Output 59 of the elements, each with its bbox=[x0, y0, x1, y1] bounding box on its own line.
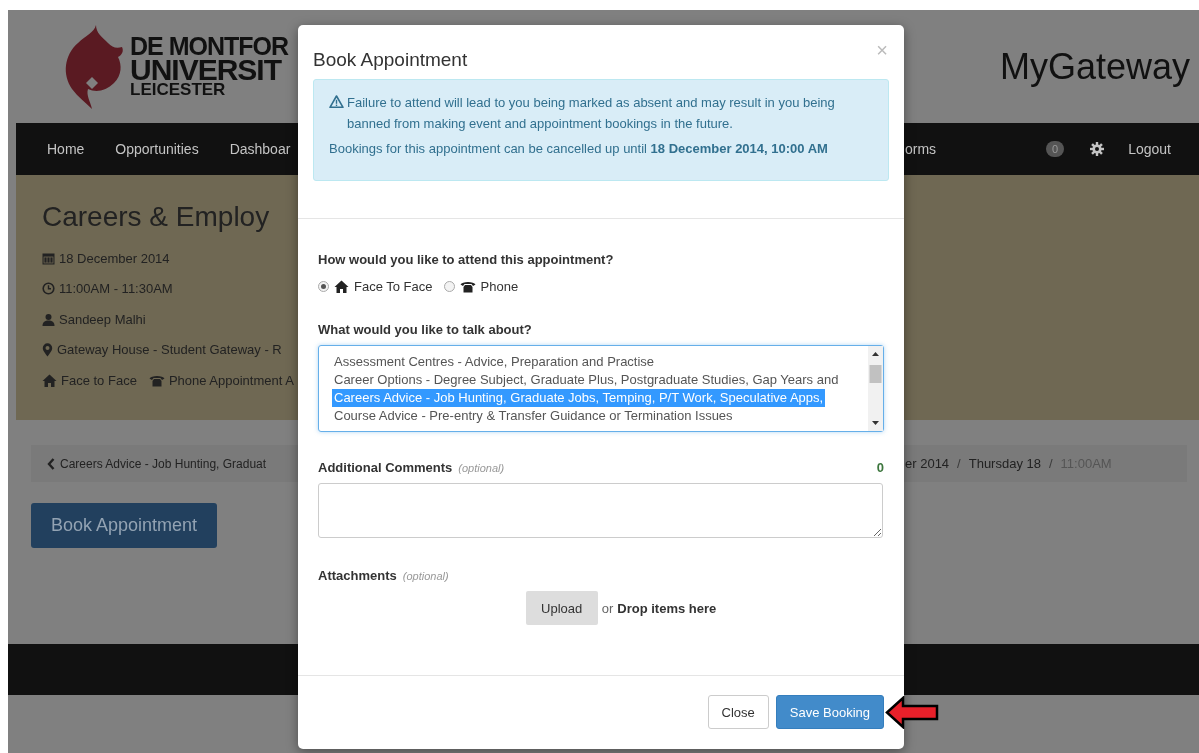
book-appointment-button[interactable]: Book Appointment bbox=[31, 503, 217, 548]
character-count: 0 bbox=[876, 460, 884, 475]
logout-link[interactable]: Logout bbox=[1128, 141, 1171, 157]
question-label: What would you like to talk about? bbox=[318, 322, 533, 338]
house-icon bbox=[42, 373, 57, 387]
question-label: How would you like to attend this appointment? bbox=[318, 252, 615, 268]
list-option[interactable]: Assessment Centres - Advice, Preparation and Practise bbox=[332, 353, 657, 371]
logo-text: LEICESTER bbox=[130, 82, 226, 98]
list-option[interactable]: Career Options - Degree Subject, Graduate Plus, Postgraduate Studies, Gap Years and bbox=[332, 371, 841, 389]
radio-label[interactable]: Face To Face bbox=[354, 278, 433, 294]
logo-text: DE MONTFOR bbox=[130, 35, 289, 58]
telephone-icon bbox=[148, 373, 165, 387]
breadcrumb-item[interactable]: Thursday 18 bbox=[968, 456, 1041, 471]
site-title: MyGateway bbox=[999, 45, 1190, 88]
person-icon bbox=[42, 312, 55, 326]
event-detail: 11:00AM - 11:30AM bbox=[59, 281, 173, 297]
optional-hint: (optional) bbox=[402, 570, 449, 582]
telephone-icon bbox=[459, 279, 476, 293]
house-icon bbox=[334, 279, 349, 293]
warning-icon bbox=[329, 95, 344, 108]
save-booking-button[interactable]: Save Booking bbox=[775, 695, 884, 729]
upload-button[interactable]: Upload bbox=[525, 591, 598, 625]
field-label: Attachments bbox=[318, 568, 397, 584]
radio-button[interactable] bbox=[443, 280, 455, 292]
upload-text: or bbox=[601, 600, 614, 616]
event-title: Careers & Employ bbox=[42, 201, 271, 233]
radio-label[interactable]: Phone bbox=[480, 278, 519, 294]
nav-link[interactable]: Dashboar bbox=[229, 141, 291, 157]
radio-button[interactable] bbox=[318, 280, 329, 292]
scrollbar-drawing[interactable] bbox=[868, 346, 883, 431]
field-label: Additional Comments bbox=[318, 460, 453, 476]
settings-icon[interactable] bbox=[1090, 142, 1105, 156]
map-pin-icon bbox=[42, 342, 53, 357]
list-option[interactable]: Course Advice - Pre-entry & Transfer Guidance or Termination Issues bbox=[332, 407, 735, 425]
event-detail: Sandeep Malhi bbox=[59, 311, 146, 327]
clock-icon bbox=[42, 282, 55, 296]
nav-link[interactable]: orms bbox=[905, 141, 937, 157]
event-detail: 18 December 2014 bbox=[59, 250, 170, 266]
nav-link[interactable]: Opportunities bbox=[115, 141, 199, 157]
chevron-left-icon[interactable] bbox=[47, 457, 55, 470]
breadcrumb-item[interactable]: er 2014 bbox=[905, 456, 950, 471]
comments-field[interactable] bbox=[318, 483, 883, 538]
optional-hint: (optional) bbox=[458, 462, 505, 474]
logo-text: UNIVERSIT bbox=[130, 57, 282, 83]
modal-title: Book Appointment bbox=[313, 49, 468, 71]
breadcrumb-separator: / bbox=[957, 456, 961, 471]
breadcrumb-separator: / bbox=[1049, 456, 1053, 471]
pointer-arrow bbox=[885, 696, 939, 729]
topic-listbox[interactable] bbox=[318, 345, 884, 432]
attendance-mode: Phone Appointment A bbox=[168, 372, 294, 388]
drop-zone-text: Drop items here bbox=[617, 600, 717, 616]
breadcrumb-link[interactable]: Careers Advice - Job Hunting, Graduat bbox=[60, 456, 267, 471]
attendance-mode: Face to Face bbox=[61, 372, 137, 388]
event-detail: Gateway House - Student Gateway - R bbox=[57, 342, 282, 358]
alert-text: Failure to attend will lead to you being marked as absent and may result in you being banned from making event and appointment bookings in the future. bbox=[347, 94, 836, 133]
nav-link[interactable]: Home bbox=[47, 141, 85, 157]
alert-text: Bookings for this appointment can be cancelled up until 18 December 2014, 10:00 AM bbox=[329, 140, 829, 158]
close-button[interactable]: Close bbox=[707, 695, 769, 729]
calendar-icon bbox=[42, 251, 55, 265]
